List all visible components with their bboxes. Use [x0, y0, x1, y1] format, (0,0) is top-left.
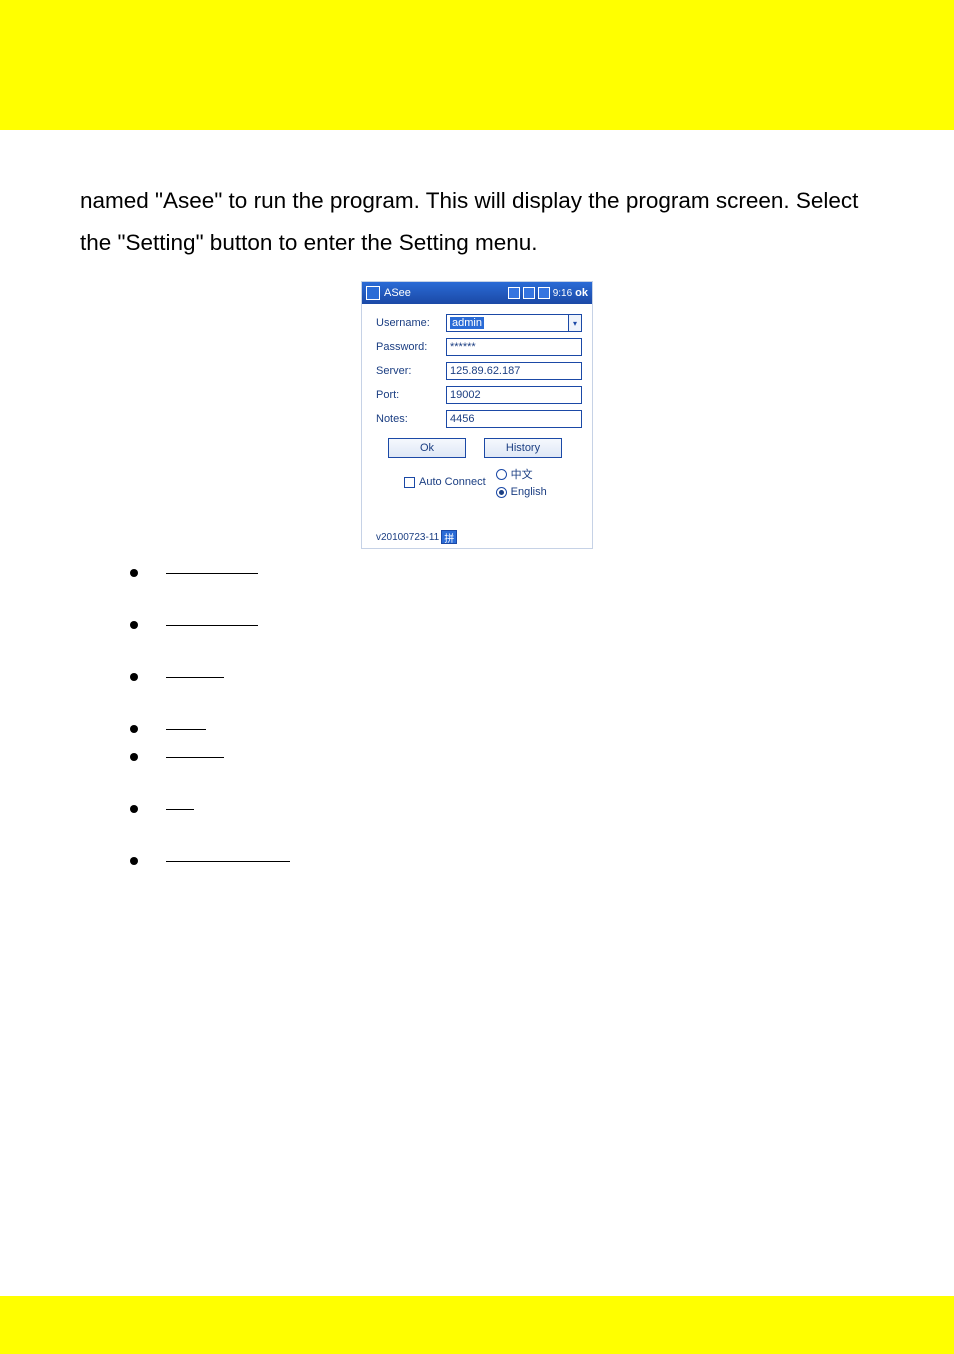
password-input[interactable]: ******	[446, 338, 582, 356]
ime-chip[interactable]: 拼	[441, 530, 457, 544]
asee-app-icon	[366, 286, 380, 300]
bullet-item	[130, 673, 874, 681]
bullet-dot-icon	[130, 673, 138, 681]
bullet-dot-icon	[130, 805, 138, 813]
port-input[interactable]: 19002	[446, 386, 582, 404]
version-text: v20100723-11	[376, 532, 439, 543]
blank-underline	[166, 809, 194, 810]
radio-icon	[496, 487, 507, 498]
bullet-dot-icon	[130, 621, 138, 629]
status-time: 9:16	[553, 288, 572, 299]
bullet-dot-icon	[130, 725, 138, 733]
version-row: v20100723-11 拼	[376, 530, 592, 544]
blank-underline	[166, 573, 258, 574]
bullet-item	[130, 621, 874, 629]
asee-status-icons: 9:16 ok	[508, 287, 588, 299]
auto-connect-label: Auto Connect	[419, 476, 486, 488]
username-value: admin	[450, 317, 484, 329]
bullet-item	[130, 857, 874, 865]
asee-window: ASee 9:16 ok Username: admin ▾	[361, 281, 593, 549]
radio-icon	[496, 469, 507, 480]
blank-underline	[166, 861, 290, 862]
username-label: Username:	[376, 317, 446, 329]
notes-value: 4456	[450, 413, 474, 425]
notes-input[interactable]: 4456	[446, 410, 582, 428]
password-value: ******	[450, 341, 476, 353]
bullet-item	[130, 725, 874, 733]
blank-underline	[166, 625, 258, 626]
lang-zh-label: 中文	[511, 466, 533, 482]
asee-titlebar: ASee 9:16 ok	[362, 282, 592, 304]
server-label: Server:	[376, 365, 446, 377]
asee-title-text: ASee	[384, 287, 504, 299]
server-value: 125.89.62.187	[450, 365, 520, 377]
port-label: Port:	[376, 389, 446, 401]
lead-paragraph: named "Asee" to run the program. This wi…	[80, 180, 874, 263]
bullet-dot-icon	[130, 569, 138, 577]
username-input[interactable]: admin ▾	[446, 314, 582, 332]
password-label: Password:	[376, 341, 446, 353]
titlebar-ok-button[interactable]: ok	[575, 287, 588, 299]
bullet-list	[130, 569, 874, 865]
header-yellow-bar	[0, 0, 954, 130]
server-input[interactable]: 125.89.62.187	[446, 362, 582, 380]
blank-underline	[166, 757, 224, 758]
volume-icon	[538, 287, 550, 299]
username-dropdown-arrow[interactable]: ▾	[568, 314, 582, 332]
app-screenshot-container: ASee 9:16 ok Username: admin ▾	[80, 281, 874, 549]
ok-button[interactable]: Ok	[388, 438, 466, 458]
signal-icon	[508, 287, 520, 299]
footer-yellow-bar	[0, 1296, 954, 1354]
bullet-item	[130, 569, 874, 577]
lang-en-radio[interactable]: English	[496, 486, 547, 498]
blank-underline	[166, 677, 224, 678]
bullet-item	[130, 805, 874, 813]
antenna-icon	[523, 287, 535, 299]
bullet-item	[130, 753, 874, 761]
port-value: 19002	[450, 389, 481, 401]
checkbox-icon	[404, 477, 415, 488]
lang-zh-radio[interactable]: 中文	[496, 466, 547, 482]
bullet-dot-icon	[130, 857, 138, 865]
blank-underline	[166, 729, 206, 730]
history-button[interactable]: History	[484, 438, 562, 458]
auto-connect-checkbox[interactable]: Auto Connect	[404, 466, 486, 498]
lang-en-label: English	[511, 486, 547, 498]
bullet-dot-icon	[130, 753, 138, 761]
notes-label: Notes:	[376, 413, 446, 425]
